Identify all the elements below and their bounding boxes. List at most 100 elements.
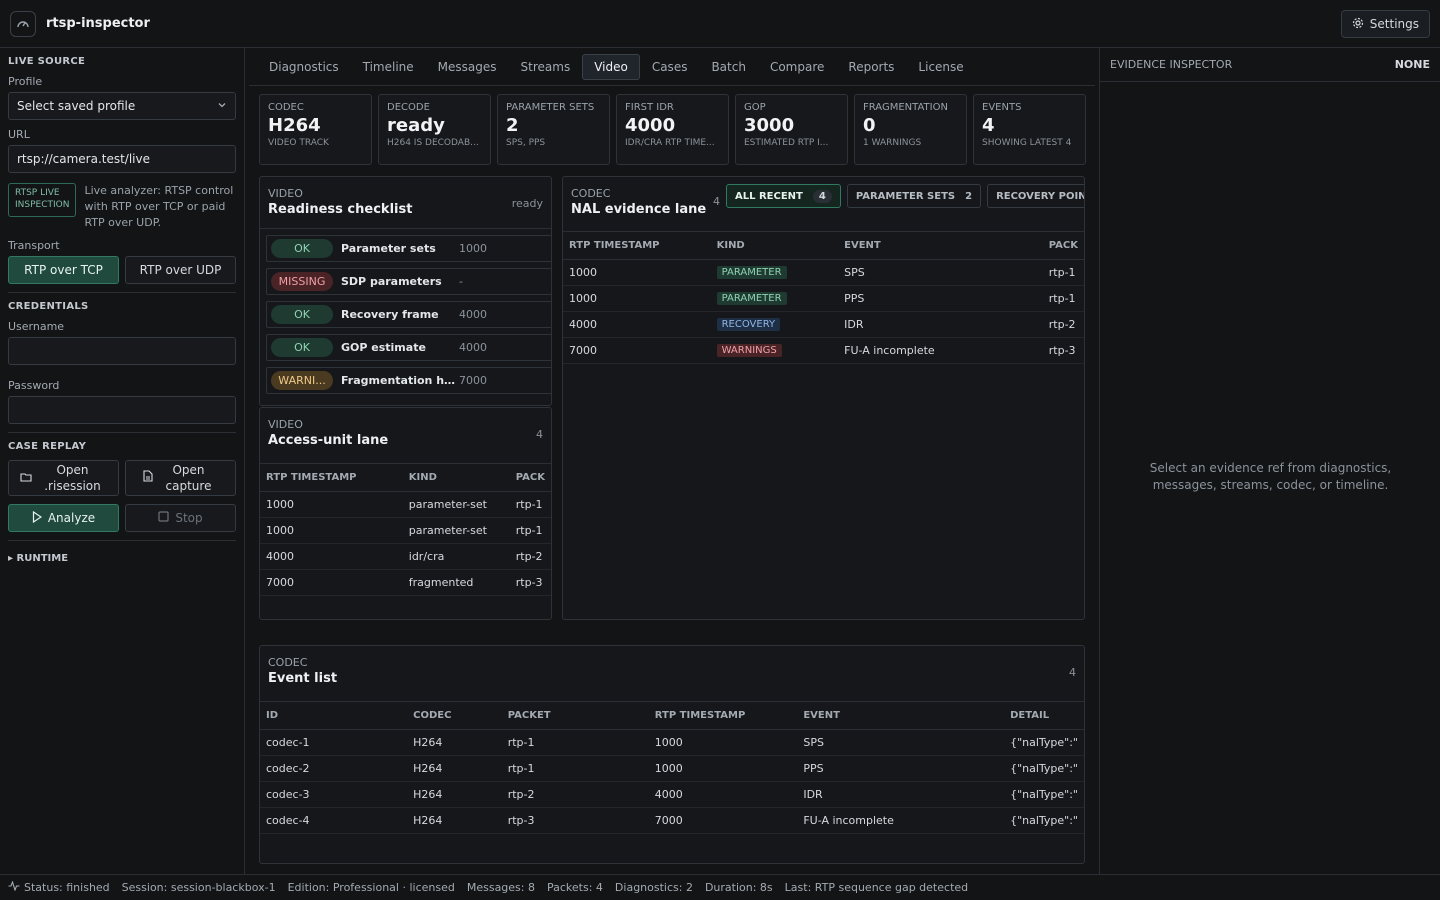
- check-name: GOP estimate: [341, 341, 426, 354]
- tab-cases[interactable]: Cases: [640, 54, 700, 80]
- summary-card: DECODE ready H264 IS DECODAB...: [378, 94, 491, 165]
- access-unit-panel: VIDEO Access-unit lane 4 RTP TIMESTAMP KI…: [259, 407, 552, 620]
- card-key: GOP: [744, 102, 766, 113]
- table-row[interactable]: 4000 RECOVERY IDR rtp-2: [563, 311, 1084, 338]
- table-row[interactable]: codec-4 H264 rtp-3 7000 FU-A incomplete {"nal…: [260, 807, 1084, 834]
- panel-title: Readiness checklist: [268, 202, 413, 217]
- column-header: CODEC: [407, 702, 502, 730]
- readiness-status: ready: [511, 197, 543, 210]
- summary-card: EVENTS 4 SHOWING LATEST 4: [973, 94, 1086, 165]
- panel-title: Access-unit lane: [268, 433, 389, 448]
- table-row[interactable]: 1000 parameter-set rtp-1: [260, 517, 551, 544]
- transport-label: Transport: [8, 239, 60, 252]
- password-label: Password: [8, 379, 60, 392]
- table-row[interactable]: 1000 parameter-set rtp-1: [260, 491, 551, 518]
- table-cell: FU-A incomplete: [838, 337, 1043, 364]
- checklist-row[interactable]: OK Recovery frame 4000: [266, 301, 551, 328]
- inspector-empty-message: Select an evidence ref from diagnostics,…: [1149, 461, 1392, 492]
- checklist-row[interactable]: WARNI... Fragmentation he... 7000: [266, 367, 551, 394]
- card-key: PARAMETER SETS: [506, 102, 595, 113]
- card-sub: SPS, PPS: [506, 138, 546, 148]
- event-list-panel: CODEC Event list 4 ID CODEC PACKET RTP TIME…: [259, 645, 1085, 864]
- summary-cards: CODEC H264 VIDEO TRACK DECODE ready H264 IS D…: [259, 94, 1086, 165]
- access-unit-count: 4: [536, 428, 543, 441]
- table-row[interactable]: codec-3 H264 rtp-2 4000 IDR {"nalType":": [260, 781, 1084, 808]
- gear-icon: [1352, 17, 1364, 32]
- tab-timeline[interactable]: Timeline: [351, 54, 426, 80]
- checklist-row[interactable]: OK GOP estimate 4000: [266, 334, 551, 361]
- status-badge: WARNI...: [271, 371, 333, 390]
- app-title: rtsp-inspector: [46, 16, 150, 31]
- table-row[interactable]: 7000 fragmented rtp-3: [260, 569, 551, 596]
- table-cell: rtp-1: [509, 491, 551, 518]
- table-cell: {"nalType":": [1004, 781, 1084, 808]
- live-source-heading: LIVE SOURCE: [8, 56, 86, 67]
- gauge-icon: [10, 10, 36, 37]
- username-input[interactable]: [8, 337, 236, 365]
- tab-license[interactable]: License: [906, 54, 975, 80]
- column-header: RTP TIMESTAMP: [260, 464, 403, 492]
- rtp-tcp-button[interactable]: RTP over TCP: [8, 256, 119, 284]
- table-row[interactable]: codec-1 H264 rtp-1 1000 SPS {"nalType":": [260, 729, 1084, 756]
- card-key: EVENTS: [982, 102, 1022, 113]
- table-cell: H264: [407, 781, 502, 808]
- table-cell: 7000: [648, 807, 798, 834]
- open-capture-button[interactable]: Open capture: [125, 460, 236, 496]
- tab-reports[interactable]: Reports: [836, 54, 906, 80]
- filter-parameter-sets[interactable]: PARAMETER SETS 2: [846, 184, 982, 208]
- table-cell: rtp-2: [509, 543, 551, 570]
- check-value: 4000: [459, 308, 487, 321]
- status-badge: OK: [271, 239, 333, 258]
- analyze-button[interactable]: Analyze: [8, 504, 119, 532]
- summary-card: PARAMETER SETS 2 SPS, PPS: [497, 94, 610, 165]
- summary-card: CODEC H264 VIDEO TRACK: [259, 94, 372, 165]
- filter-all-recent[interactable]: ALL RECENT 4: [726, 184, 841, 208]
- table-cell: 1000: [260, 491, 403, 518]
- tab-messages[interactable]: Messages: [426, 54, 509, 80]
- checklist-row[interactable]: OK Parameter sets 1000: [266, 235, 551, 262]
- password-input[interactable]: [8, 396, 236, 424]
- table-cell: rtp-1: [1042, 259, 1084, 286]
- table-cell: parameter-set: [402, 491, 510, 518]
- rtp-udp-button[interactable]: RTP over UDP: [125, 256, 236, 284]
- open-session-button[interactable]: Open .risession: [8, 460, 119, 496]
- nal-filters: ALL RECENT 4 PARAMETER SETS 2 RECOVERY POINT…: [726, 184, 1084, 208]
- stop-icon: [158, 511, 169, 525]
- stop-button[interactable]: Stop: [125, 504, 236, 532]
- table-cell: 7000: [260, 569, 403, 596]
- table-cell: FU-A incomplete: [797, 807, 1005, 834]
- table-cell: SPS: [838, 259, 1043, 286]
- packets-text: Packets: 4: [547, 881, 603, 894]
- divider: [8, 292, 236, 293]
- tab-batch[interactable]: Batch: [699, 54, 758, 80]
- table-row[interactable]: 1000 PARAMETER PPS rtp-1: [563, 285, 1084, 312]
- url-input[interactable]: rtsp://camera.test/live: [8, 145, 236, 173]
- card-sub: ESTIMATED RTP I...: [744, 138, 829, 148]
- table-cell: codec-1: [260, 729, 408, 756]
- tab-video[interactable]: Video: [582, 53, 640, 80]
- checklist-row[interactable]: MISSING SDP parameters -: [266, 268, 551, 295]
- table-row[interactable]: 4000 idr/cra rtp-2: [260, 543, 551, 570]
- column-header: KIND: [710, 232, 839, 260]
- profile-select[interactable]: Select saved profile: [8, 92, 236, 120]
- table-cell: 7000: [563, 337, 711, 364]
- table-cell: rtp-2: [501, 781, 649, 808]
- table-cell: codec-3: [260, 781, 408, 808]
- table-cell: 4000: [563, 311, 711, 338]
- panel-kind: VIDEO: [268, 418, 303, 431]
- table-cell: 1000: [260, 517, 403, 544]
- tab-compare[interactable]: Compare: [758, 54, 836, 80]
- filter-label: RECOVERY POINTS: [996, 190, 1084, 202]
- tab-streams[interactable]: Streams: [509, 54, 583, 80]
- table-row[interactable]: 7000 WARNINGS FU-A incomplete rtp-3: [563, 337, 1084, 364]
- column-header: DETAIL: [1004, 702, 1084, 730]
- settings-button[interactable]: Settings: [1340, 10, 1430, 38]
- table-row[interactable]: codec-2 H264 rtp-1 1000 PPS {"nalType":": [260, 755, 1084, 782]
- runtime-toggle[interactable]: ▸ RUNTIME: [8, 553, 236, 564]
- card-sub: IDR/CRA RTP TIME...: [625, 138, 715, 148]
- filter-recovery-points[interactable]: RECOVERY POINTS: [987, 184, 1084, 208]
- card-value: ready: [387, 115, 445, 136]
- tab-diagnostics[interactable]: Diagnostics: [257, 54, 351, 80]
- table-cell: 1000: [648, 755, 798, 782]
- table-row[interactable]: 1000 PARAMETER SPS rtp-1: [563, 259, 1084, 286]
